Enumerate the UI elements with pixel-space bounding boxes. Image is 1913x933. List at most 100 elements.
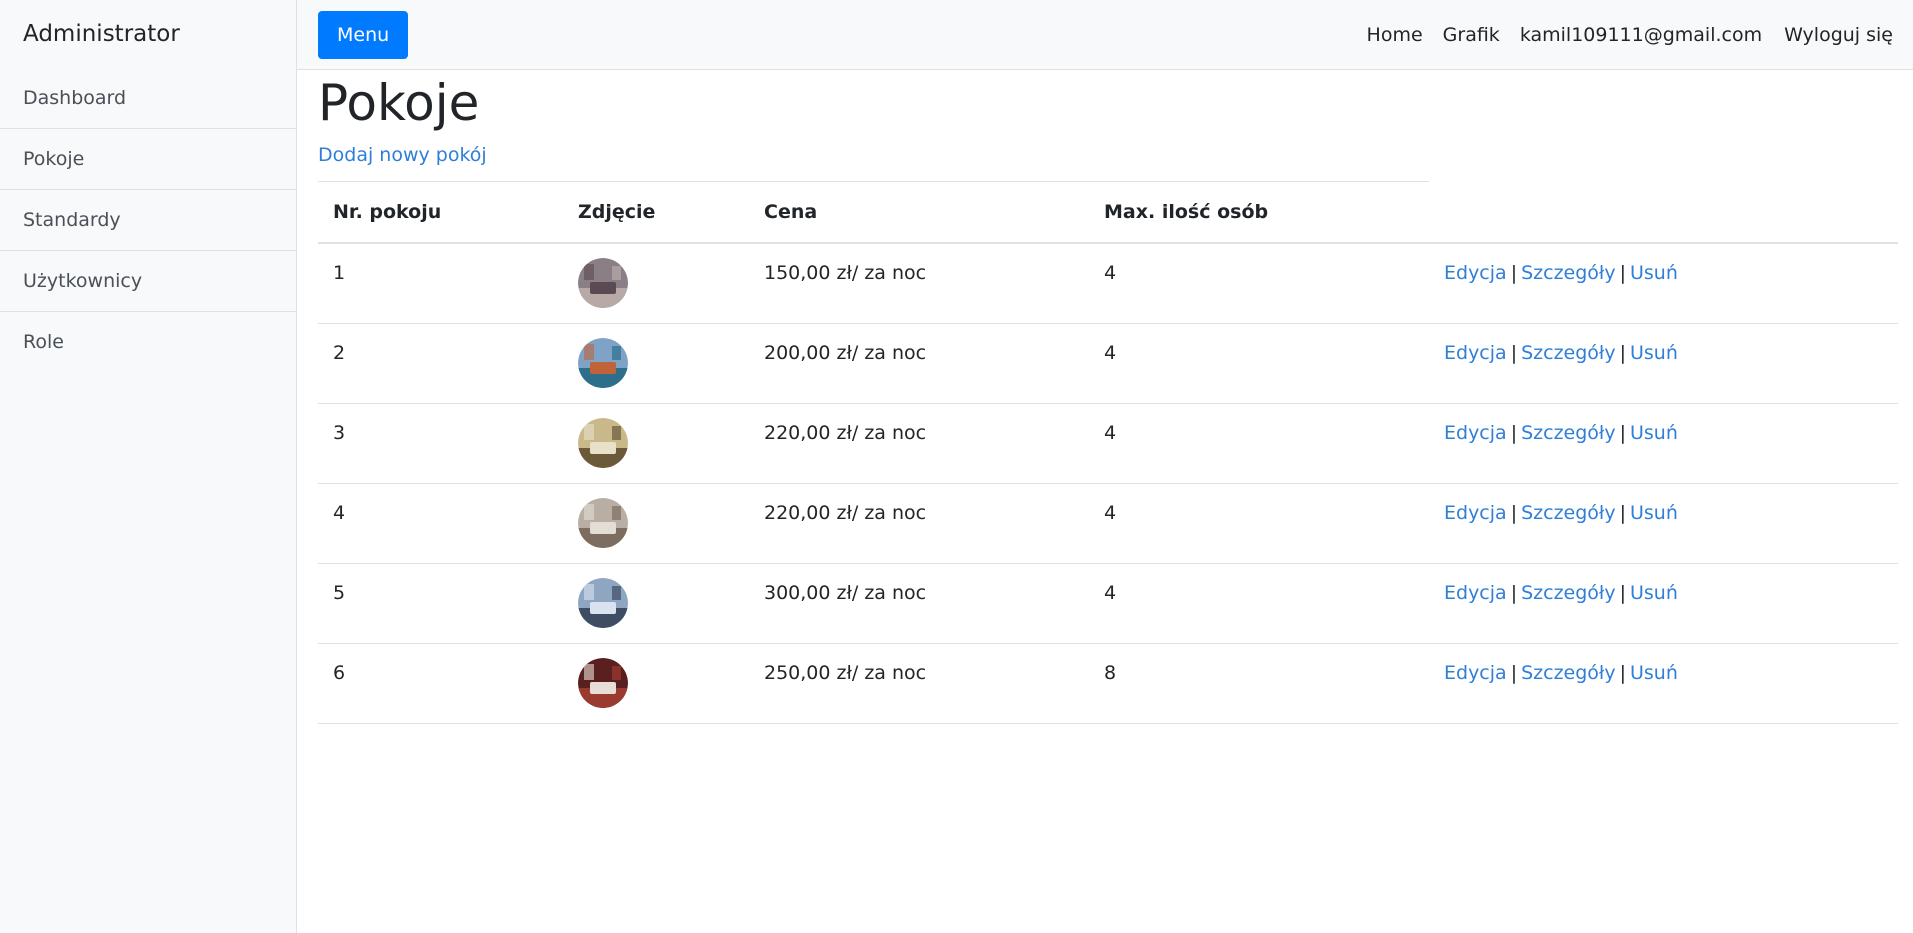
delete-link[interactable]: Usuń bbox=[1630, 262, 1678, 284]
room-photo-cell bbox=[563, 403, 749, 484]
room-max-persons-cell: 4 bbox=[1089, 563, 1429, 644]
header-photo: Zdjęcie bbox=[563, 181, 749, 244]
sidebar-item-role[interactable]: Role bbox=[0, 312, 296, 373]
action-separator: | bbox=[1510, 501, 1518, 524]
menu-toggle-button[interactable]: Menu bbox=[318, 10, 409, 59]
header-max-persons: Max. ilość osób bbox=[1089, 181, 1429, 244]
sidebar-item-standardy[interactable]: Standardy bbox=[0, 190, 296, 251]
action-separator: | bbox=[1510, 341, 1518, 364]
delete-link[interactable]: Usuń bbox=[1630, 662, 1678, 684]
room-number-cell: 3 bbox=[318, 403, 563, 484]
nav-logout-link[interactable]: Wyloguj się bbox=[1784, 24, 1893, 46]
main-area: Menu Home Grafik kamil109111@gmail.com W… bbox=[297, 0, 1913, 933]
edit-link[interactable]: Edycja bbox=[1444, 582, 1507, 604]
top-navbar: Menu Home Grafik kamil109111@gmail.com W… bbox=[297, 0, 1913, 70]
table-header-row: Nr. pokoju Zdjęcie Cena Max. ilość osób bbox=[318, 181, 1898, 244]
action-separator: | bbox=[1619, 661, 1626, 684]
room-number-cell: 4 bbox=[318, 483, 563, 564]
delete-link[interactable]: Usuń bbox=[1630, 582, 1678, 604]
header-room-number: Nr. pokoju bbox=[318, 181, 563, 244]
rooms-table-body: 1 150,00 zł/ za noc 4 Edycja | Szczegóły | Usuń… bbox=[318, 243, 1898, 724]
details-link[interactable]: Szczegóły bbox=[1521, 502, 1615, 524]
room-max-persons-cell: 4 bbox=[1089, 323, 1429, 404]
add-room-link[interactable]: Dodaj nowy pokój bbox=[318, 144, 487, 166]
table-row: 4 220,00 zł/ za noc 4 Edycja | Szczegóły | Usuń bbox=[318, 483, 1898, 564]
room-photo-thumbnail bbox=[578, 577, 628, 628]
header-price: Cena bbox=[749, 181, 1089, 244]
room-max-persons-cell: 4 bbox=[1089, 483, 1429, 564]
header-actions bbox=[1429, 181, 1898, 244]
rooms-table-head: Nr. pokoju Zdjęcie Cena Max. ilość osób bbox=[318, 181, 1898, 244]
room-photo-thumbnail bbox=[578, 337, 628, 388]
room-photo-cell bbox=[563, 643, 749, 724]
rooms-table: Nr. pokoju Zdjęcie Cena Max. ilość osób … bbox=[318, 181, 1898, 724]
table-row: 6 250,00 zł/ za noc 8 Edycja | Szczegóły | Usuń bbox=[318, 643, 1898, 724]
room-price-cell: 150,00 zł/ za noc bbox=[749, 243, 1089, 324]
table-row: 2 200,00 zł/ za noc 4 Edycja | Szczegóły | Usuń bbox=[318, 323, 1898, 404]
room-actions-cell: Edycja | Szczegóły | Usuń bbox=[1429, 243, 1898, 324]
room-number-cell: 5 bbox=[318, 563, 563, 644]
sidebar-item-dashboard[interactable]: Dashboard bbox=[0, 68, 296, 129]
table-row: 1 150,00 zł/ za noc 4 Edycja | Szczegóły | Usuń bbox=[318, 243, 1898, 324]
room-photo-cell bbox=[563, 563, 749, 644]
edit-link[interactable]: Edycja bbox=[1444, 662, 1507, 684]
room-price-cell: 220,00 zł/ za noc bbox=[749, 483, 1089, 564]
room-max-persons-cell: 4 bbox=[1089, 243, 1429, 324]
details-link[interactable]: Szczegóły bbox=[1521, 582, 1615, 604]
action-separator: | bbox=[1619, 341, 1626, 364]
page-content: Pokoje Dodaj nowy pokój Nr. pokoju Zdjęc… bbox=[297, 70, 1913, 724]
sidebar: Administrator Dashboard Pokoje Standardy… bbox=[0, 0, 297, 933]
edit-link[interactable]: Edycja bbox=[1444, 502, 1507, 524]
sidebar-item-uzytkownicy[interactable]: Użytkownicy bbox=[0, 251, 296, 312]
room-actions-cell: Edycja | Szczegóły | Usuń bbox=[1429, 403, 1898, 484]
room-number-cell: 1 bbox=[318, 243, 563, 324]
room-actions-cell: Edycja | Szczegóły | Usuń bbox=[1429, 323, 1898, 404]
room-max-persons-cell: 8 bbox=[1089, 643, 1429, 724]
details-link[interactable]: Szczegóły bbox=[1521, 262, 1615, 284]
action-separator: | bbox=[1510, 421, 1518, 444]
table-row: 5 300,00 zł/ za noc 4 Edycja | Szczegóły | Usuń bbox=[318, 563, 1898, 644]
room-actions-cell: Edycja | Szczegóły | Usuń bbox=[1429, 483, 1898, 564]
edit-link[interactable]: Edycja bbox=[1444, 262, 1507, 284]
action-separator: | bbox=[1619, 262, 1626, 284]
sidebar-item-pokoje[interactable]: Pokoje bbox=[0, 129, 296, 190]
delete-link[interactable]: Usuń bbox=[1630, 422, 1678, 444]
action-separator: | bbox=[1510, 661, 1518, 684]
room-price-cell: 220,00 zł/ za noc bbox=[749, 403, 1089, 484]
sidebar-menu: Dashboard Pokoje Standardy Użytkownicy R… bbox=[0, 68, 296, 373]
room-actions-cell: Edycja | Szczegóły | Usuń bbox=[1429, 643, 1898, 724]
nav-home-link[interactable]: Home bbox=[1367, 24, 1423, 46]
room-photo-thumbnail bbox=[578, 417, 628, 468]
nav-grafik-link[interactable]: Grafik bbox=[1443, 24, 1500, 46]
delete-link[interactable]: Usuń bbox=[1630, 342, 1678, 364]
room-price-cell: 300,00 zł/ za noc bbox=[749, 563, 1089, 644]
room-photo-thumbnail bbox=[578, 258, 628, 308]
room-price-cell: 250,00 zł/ za noc bbox=[749, 643, 1089, 724]
action-separator: | bbox=[1510, 581, 1518, 604]
room-number-cell: 2 bbox=[318, 323, 563, 404]
nav-user-email-link[interactable]: kamil109111@gmail.com bbox=[1520, 24, 1762, 46]
room-photo-cell bbox=[563, 483, 749, 564]
room-photo-cell bbox=[563, 323, 749, 404]
action-separator: | bbox=[1510, 262, 1518, 284]
top-nav-links: Home Grafik kamil109111@gmail.com Wylogu… bbox=[1347, 24, 1893, 46]
room-actions-cell: Edycja | Szczegóły | Usuń bbox=[1429, 563, 1898, 644]
room-max-persons-cell: 4 bbox=[1089, 403, 1429, 484]
room-photo-thumbnail bbox=[578, 497, 628, 548]
action-separator: | bbox=[1619, 421, 1626, 444]
delete-link[interactable]: Usuń bbox=[1630, 502, 1678, 524]
app-root: Administrator Dashboard Pokoje Standardy… bbox=[0, 0, 1913, 933]
action-separator: | bbox=[1619, 501, 1626, 524]
details-link[interactable]: Szczegóły bbox=[1521, 342, 1615, 364]
table-row: 3 220,00 zł/ za noc 4 Edycja | Szczegóły | Usuń bbox=[318, 403, 1898, 484]
room-photo-cell bbox=[563, 243, 749, 324]
sidebar-heading: Administrator bbox=[23, 21, 180, 47]
edit-link[interactable]: Edycja bbox=[1444, 342, 1507, 364]
page-title: Pokoje bbox=[318, 74, 480, 132]
room-price-cell: 200,00 zł/ za noc bbox=[749, 323, 1089, 404]
details-link[interactable]: Szczegóły bbox=[1521, 662, 1615, 684]
details-link[interactable]: Szczegóły bbox=[1521, 422, 1615, 444]
edit-link[interactable]: Edycja bbox=[1444, 422, 1507, 444]
room-number-cell: 6 bbox=[318, 643, 563, 724]
room-photo-thumbnail bbox=[578, 657, 628, 708]
